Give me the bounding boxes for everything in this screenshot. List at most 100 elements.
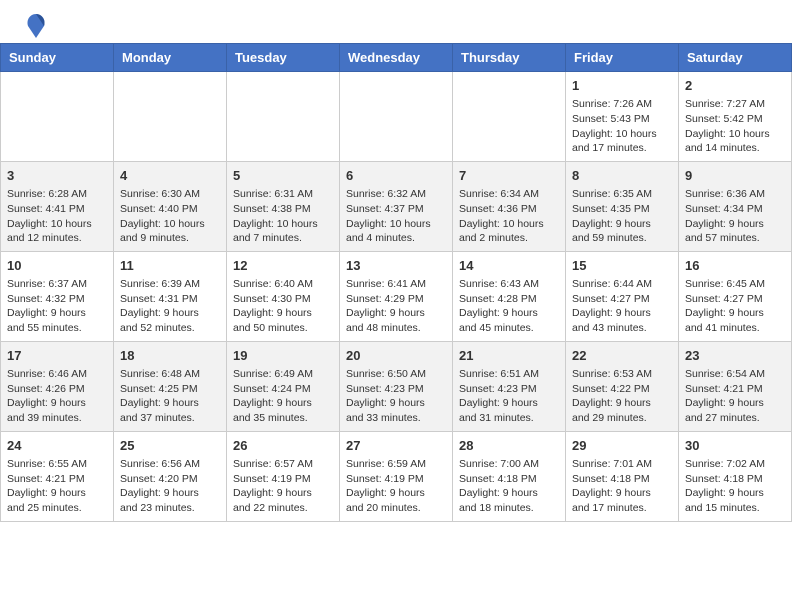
day-info: Sunrise: 6:57 AM Sunset: 4:19 PM Dayligh… — [233, 458, 313, 514]
calendar-cell: 20 Sunrise: 6:50 AM Sunset: 4:23 PM Dayli… — [340, 341, 453, 431]
day-info: Sunrise: 6:40 AM Sunset: 4:30 PM Dayligh… — [233, 278, 313, 334]
weekday-header-thursday: Thursday — [453, 44, 566, 72]
day-info: Sunrise: 7:00 AM Sunset: 4:18 PM Dayligh… — [459, 458, 539, 514]
calendar-cell: 2 Sunrise: 7:27 AM Sunset: 5:42 PM Daylig… — [679, 72, 792, 162]
day-info: Sunrise: 7:02 AM Sunset: 4:18 PM Dayligh… — [685, 458, 765, 514]
day-info: Sunrise: 6:55 AM Sunset: 4:21 PM Dayligh… — [7, 458, 87, 514]
day-number: 15 — [572, 257, 672, 275]
day-info: Sunrise: 6:56 AM Sunset: 4:20 PM Dayligh… — [120, 458, 200, 514]
weekday-header-wednesday: Wednesday — [340, 44, 453, 72]
day-number: 21 — [459, 347, 559, 365]
calendar-row-5: 24 Sunrise: 6:55 AM Sunset: 4:21 PM Dayli… — [1, 431, 792, 521]
day-number: 23 — [685, 347, 785, 365]
calendar-cell: 8 Sunrise: 6:35 AM Sunset: 4:35 PM Daylig… — [566, 161, 679, 251]
day-number: 17 — [7, 347, 107, 365]
day-number: 29 — [572, 437, 672, 455]
day-number: 30 — [685, 437, 785, 455]
day-number: 8 — [572, 167, 672, 185]
calendar-cell: 14Sunrise: 6:43 AM Sunset: 4:28 PM Dayli… — [453, 251, 566, 341]
day-info: Sunrise: 7:01 AM Sunset: 4:18 PM Dayligh… — [572, 458, 652, 514]
day-info: Sunrise: 6:37 AM Sunset: 4:32 PM Dayligh… — [7, 278, 87, 334]
calendar-cell: 17 Sunrise: 6:46 AM Sunset: 4:26 PM Dayli… — [1, 341, 114, 431]
calendar-row-2: 3 Sunrise: 6:28 AM Sunset: 4:41 PM Daylig… — [1, 161, 792, 251]
day-number: 22 — [572, 347, 672, 365]
day-info: Sunrise: 6:49 AM Sunset: 4:24 PM Dayligh… — [233, 368, 313, 424]
day-info: Sunrise: 6:30 AM Sunset: 4:40 PM Dayligh… — [120, 188, 205, 244]
day-info: Sunrise: 6:50 AM Sunset: 4:23 PM Dayligh… — [346, 368, 426, 424]
calendar-row-4: 17 Sunrise: 6:46 AM Sunset: 4:26 PM Dayli… — [1, 341, 792, 431]
calendar-cell: 10 Sunrise: 6:37 AM Sunset: 4:32 PM Dayli… — [1, 251, 114, 341]
calendar-cell — [1, 72, 114, 162]
calendar-cell: 6Sunrise: 6:32 AM Sunset: 4:37 PM Daylig… — [340, 161, 453, 251]
calendar-cell: 15 Sunrise: 6:44 AM Sunset: 4:27 PM Dayli… — [566, 251, 679, 341]
day-number: 24 — [7, 437, 107, 455]
day-number: 27 — [346, 437, 446, 455]
day-info: Sunrise: 6:31 AM Sunset: 4:38 PM Dayligh… — [233, 188, 318, 244]
calendar-cell: 22 Sunrise: 6:53 AM Sunset: 4:22 PM Dayli… — [566, 341, 679, 431]
weekday-header-sunday: Sunday — [1, 44, 114, 72]
calendar-cell: 9Sunrise: 6:36 AM Sunset: 4:34 PM Daylig… — [679, 161, 792, 251]
calendar-cell: 5 Sunrise: 6:31 AM Sunset: 4:38 PM Daylig… — [227, 161, 340, 251]
calendar-cell — [453, 72, 566, 162]
weekday-header-tuesday: Tuesday — [227, 44, 340, 72]
day-info: Sunrise: 7:26 AM Sunset: 5:43 PM Dayligh… — [572, 98, 657, 154]
calendar-cell — [340, 72, 453, 162]
calendar-cell: 7 Sunrise: 6:34 AM Sunset: 4:36 PM Daylig… — [453, 161, 566, 251]
day-info: Sunrise: 6:36 AM Sunset: 4:34 PM Dayligh… — [685, 188, 765, 244]
day-info: Sunrise: 6:53 AM Sunset: 4:22 PM Dayligh… — [572, 368, 652, 424]
calendar-cell: 13 Sunrise: 6:41 AM Sunset: 4:29 PM Dayli… — [340, 251, 453, 341]
day-info: Sunrise: 6:45 AM Sunset: 4:27 PM Dayligh… — [685, 278, 765, 334]
header — [0, 0, 792, 43]
day-number: 28 — [459, 437, 559, 455]
calendar-cell: 1 Sunrise: 7:26 AM Sunset: 5:43 PM Daylig… — [566, 72, 679, 162]
calendar-cell: 26 Sunrise: 6:57 AM Sunset: 4:19 PM Dayli… — [227, 431, 340, 521]
day-info: Sunrise: 6:48 AM Sunset: 4:25 PM Dayligh… — [120, 368, 200, 424]
day-info: Sunrise: 6:44 AM Sunset: 4:27 PM Dayligh… — [572, 278, 652, 334]
day-info: Sunrise: 6:41 AM Sunset: 4:29 PM Dayligh… — [346, 278, 426, 334]
calendar: SundayMondayTuesdayWednesdayThursdayFrid… — [0, 43, 792, 522]
day-number: 3 — [7, 167, 107, 185]
calendar-cell: 28 Sunrise: 7:00 AM Sunset: 4:18 PM Dayli… — [453, 431, 566, 521]
calendar-cell: 24 Sunrise: 6:55 AM Sunset: 4:21 PM Dayli… — [1, 431, 114, 521]
weekday-header-monday: Monday — [114, 44, 227, 72]
day-number: 2 — [685, 77, 785, 95]
day-number: 6 — [346, 167, 446, 185]
calendar-cell: 25Sunrise: 6:56 AM Sunset: 4:20 PM Dayli… — [114, 431, 227, 521]
calendar-cell: 23 Sunrise: 6:54 AM Sunset: 4:21 PM Dayli… — [679, 341, 792, 431]
calendar-row-3: 10 Sunrise: 6:37 AM Sunset: 4:32 PM Dayli… — [1, 251, 792, 341]
calendar-cell: 11Sunrise: 6:39 AM Sunset: 4:31 PM Dayli… — [114, 251, 227, 341]
day-info: Sunrise: 6:35 AM Sunset: 4:35 PM Dayligh… — [572, 188, 652, 244]
calendar-cell: 16 Sunrise: 6:45 AM Sunset: 4:27 PM Dayli… — [679, 251, 792, 341]
day-number: 18 — [120, 347, 220, 365]
day-number: 5 — [233, 167, 333, 185]
day-number: 26 — [233, 437, 333, 455]
calendar-cell: 21 Sunrise: 6:51 AM Sunset: 4:23 PM Dayli… — [453, 341, 566, 431]
day-number: 1 — [572, 77, 672, 95]
day-info: Sunrise: 6:28 AM Sunset: 4:41 PM Dayligh… — [7, 188, 92, 244]
day-info: Sunrise: 6:46 AM Sunset: 4:26 PM Dayligh… — [7, 368, 87, 424]
weekday-header-row: SundayMondayTuesdayWednesdayThursdayFrid… — [1, 44, 792, 72]
day-info: Sunrise: 6:34 AM Sunset: 4:36 PM Dayligh… — [459, 188, 544, 244]
weekday-header-saturday: Saturday — [679, 44, 792, 72]
day-info: Sunrise: 6:39 AM Sunset: 4:31 PM Dayligh… — [120, 278, 200, 334]
day-number: 14 — [459, 257, 559, 275]
day-number: 7 — [459, 167, 559, 185]
day-number: 20 — [346, 347, 446, 365]
calendar-cell: 4 Sunrise: 6:30 AM Sunset: 4:40 PM Daylig… — [114, 161, 227, 251]
calendar-cell — [227, 72, 340, 162]
day-number: 12 — [233, 257, 333, 275]
day-number: 4 — [120, 167, 220, 185]
day-number: 13 — [346, 257, 446, 275]
weekday-header-friday: Friday — [566, 44, 679, 72]
day-info: Sunrise: 6:51 AM Sunset: 4:23 PM Dayligh… — [459, 368, 539, 424]
logo — [20, 10, 50, 38]
day-number: 10 — [7, 257, 107, 275]
logo-icon — [22, 10, 50, 38]
day-info: Sunrise: 7:27 AM Sunset: 5:42 PM Dayligh… — [685, 98, 770, 154]
day-number: 19 — [233, 347, 333, 365]
day-number: 16 — [685, 257, 785, 275]
calendar-cell: 29 Sunrise: 7:01 AM Sunset: 4:18 PM Dayli… — [566, 431, 679, 521]
calendar-cell: 30 Sunrise: 7:02 AM Sunset: 4:18 PM Dayli… — [679, 431, 792, 521]
day-info: Sunrise: 6:54 AM Sunset: 4:21 PM Dayligh… — [685, 368, 765, 424]
calendar-cell: 27Sunrise: 6:59 AM Sunset: 4:19 PM Dayli… — [340, 431, 453, 521]
